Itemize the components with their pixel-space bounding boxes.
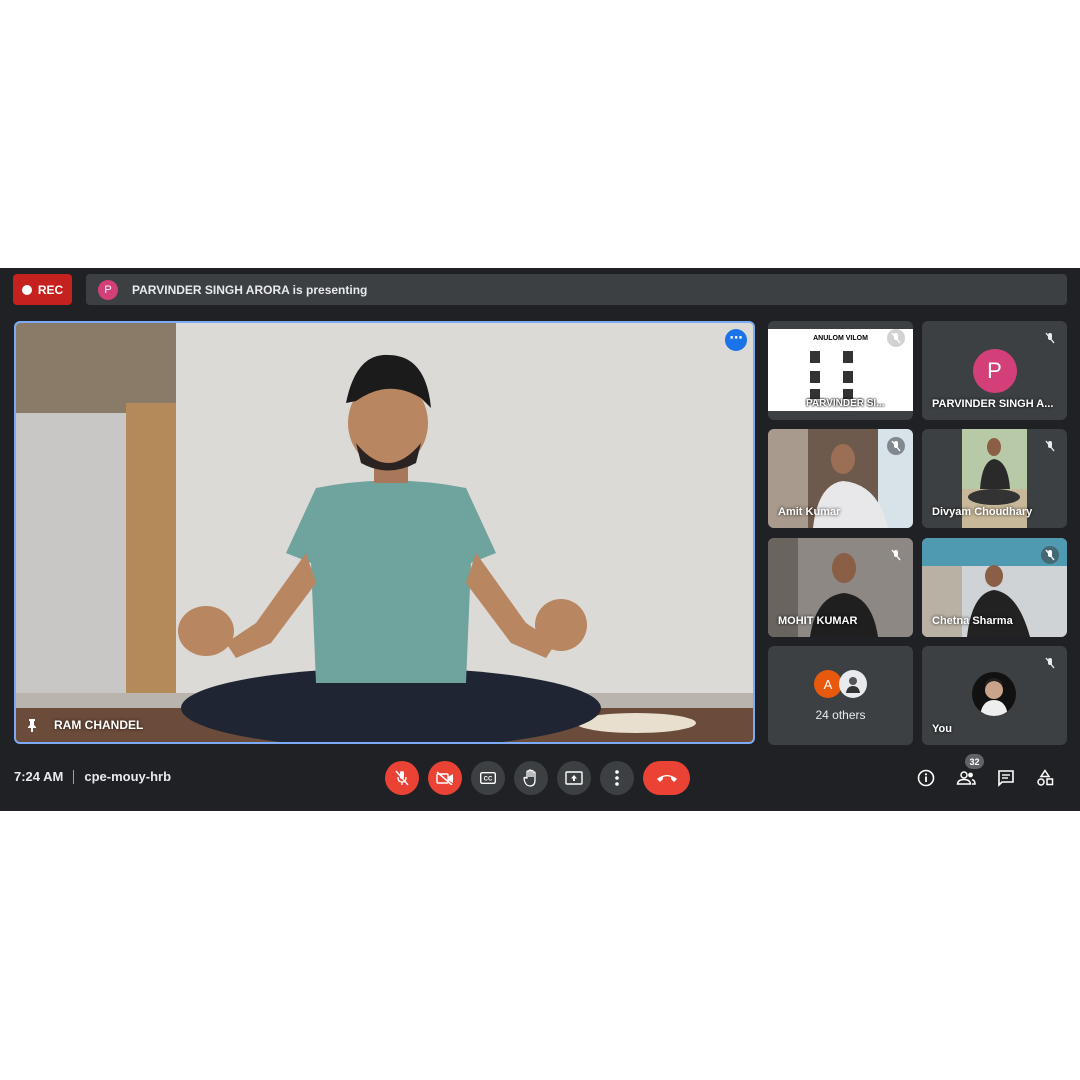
info-icon — [917, 769, 935, 787]
people-icon — [956, 771, 976, 785]
record-dot-icon — [21, 284, 32, 295]
shapes-icon — [1037, 769, 1054, 786]
others-avatar: A — [814, 670, 842, 698]
participant-name: Amit Kumar — [778, 506, 841, 518]
participant-name: MOHIT KUMAR — [778, 615, 858, 627]
presenting-text: PARVINDER SINGH ARORA is presenting — [132, 282, 368, 297]
mic-off-icon — [1041, 329, 1059, 347]
participant-tile-parvinder[interactable]: P PARVINDER SINGH A... — [922, 321, 1067, 420]
mic-off-icon — [1041, 654, 1059, 672]
current-time: 7:24 AM — [14, 769, 64, 784]
participant-count-badge: 32 — [965, 754, 984, 769]
mic-off-icon — [887, 329, 905, 347]
captions-button[interactable]: CC — [471, 761, 505, 795]
raise-hand-button[interactable] — [514, 761, 548, 795]
participant-name: PARVINDER SI... — [806, 398, 885, 409]
microphone-toggle-button[interactable] — [385, 761, 419, 795]
chat-icon — [998, 770, 1014, 787]
participant-tile-amit[interactable]: Amit Kumar — [768, 429, 913, 528]
meeting-details-button[interactable] — [915, 767, 937, 789]
main-participant-name: RAM CHANDEL — [54, 718, 144, 732]
participant-tile-presentation[interactable]: ANULOM VILOM PARVINDER SI... — [768, 321, 913, 420]
participant-name: PARVINDER SINGH A... — [932, 398, 1054, 410]
hand-icon — [523, 769, 536, 787]
main-participant-label: RAM CHANDEL — [26, 718, 143, 732]
meeting-info: 7:24 AM cpe-mouy-hrb — [14, 769, 171, 784]
more-options-button[interactable]: ⋯ — [725, 329, 747, 351]
participant-tile-mohit[interactable]: MOHIT KUMAR — [768, 538, 913, 637]
mic-off-icon — [1041, 437, 1059, 455]
participant-tile-others[interactable]: A 24 others — [768, 646, 913, 745]
meet-window: REC P PARVINDER SINGH ARORA is presentin… — [0, 268, 1080, 811]
others-avatar-photo — [839, 670, 867, 698]
participant-name: Divyam Choudhary — [932, 506, 1033, 518]
participants-button[interactable] — [955, 767, 977, 789]
self-avatar — [972, 672, 1016, 716]
present-screen-icon — [565, 771, 583, 785]
participant-name: You — [932, 723, 952, 735]
camera-toggle-button[interactable] — [428, 761, 462, 795]
recording-label: REC — [37, 282, 64, 297]
more-options-menu-button[interactable] — [600, 761, 634, 795]
present-now-button[interactable] — [557, 761, 591, 795]
video-off-icon — [436, 771, 453, 785]
participant-tile-divyam[interactable]: Divyam Choudhary — [922, 429, 1067, 528]
hang-up-icon — [656, 775, 677, 782]
meeting-code[interactable]: cpe-mouy-hrb — [84, 769, 171, 784]
participant-avatar: P — [972, 349, 1017, 393]
activities-button[interactable] — [1034, 767, 1056, 789]
presenter-avatar: P — [98, 279, 118, 300]
svg-text:CC: CC — [484, 777, 493, 783]
mic-off-icon — [1041, 546, 1059, 564]
participant-name: Chetna Sharma — [932, 615, 1013, 627]
closed-captions-icon: CC — [480, 772, 496, 784]
mic-off-icon — [887, 437, 905, 455]
participant-tile-you[interactable]: You — [922, 646, 1067, 745]
leave-call-button[interactable] — [643, 761, 690, 795]
participant-tile-chetna[interactable]: Chetna Sharma — [922, 538, 1067, 637]
main-video-tile[interactable]: ⋯ RAM CHANDEL — [14, 321, 755, 744]
recording-indicator: REC — [13, 274, 72, 305]
vertical-dots-icon — [615, 770, 619, 786]
mic-off-icon — [887, 546, 905, 564]
others-count-label: 24 others — [815, 708, 866, 722]
pin-icon[interactable] — [26, 718, 38, 732]
presenting-banner[interactable]: P PARVINDER SINGH ARORA is presenting — [86, 274, 1067, 305]
camera-feed-image — [16, 323, 753, 742]
mic-off-icon — [395, 770, 409, 786]
divider — [73, 769, 75, 784]
chat-button[interactable] — [995, 767, 1017, 789]
